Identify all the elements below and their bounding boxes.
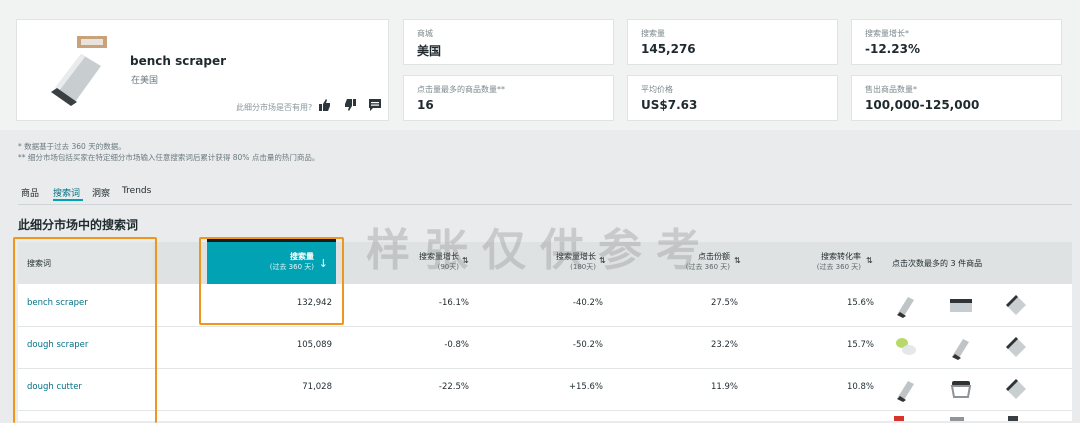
metric-units-sold: 售出商品数量* 100,000-125,000	[852, 76, 1061, 120]
growth-180: -50.2%	[572, 340, 603, 350]
metric-label: 搜索量	[641, 29, 665, 38]
table-row	[18, 410, 1072, 421]
metric-value: 145,276	[641, 42, 696, 56]
product-image[interactable]	[1002, 291, 1030, 319]
column-header-top-products: 点击次数最多的 3 件商品	[892, 259, 983, 268]
product-image[interactable]	[1002, 375, 1030, 403]
active-tab-indicator	[53, 199, 83, 201]
comment-icon[interactable]	[367, 97, 383, 113]
product-image[interactable]	[947, 375, 975, 403]
conversion-rate: 15.6%	[846, 298, 874, 308]
metric-label: 售出商品数量*	[865, 85, 917, 94]
bench-scraper-thumbnail	[51, 36, 107, 106]
metric-search-volume: 搜索量 145,276	[628, 20, 837, 64]
metric-value: 100,000-125,000	[865, 98, 980, 112]
click-share: 11.9%	[710, 382, 738, 392]
metric-average-price: 平均价格 US$7.63	[628, 76, 837, 120]
growth-90: -0.8%	[444, 340, 469, 350]
conversion-rate: 15.7%	[846, 340, 874, 350]
product-image[interactable]	[1008, 416, 1018, 421]
growth-90: -16.1%	[438, 298, 469, 308]
feedback-prompt: 此细分市场是否有用?	[236, 103, 313, 112]
column-header-conversion[interactable]: 搜索转化率 (过去 360 天)	[817, 251, 861, 273]
product-image[interactable]	[947, 333, 975, 361]
tab-insights[interactable]: 洞察	[92, 186, 110, 199]
click-share: 23.2%	[710, 340, 738, 350]
footnote: * 数据基于过去 360 天的数据。	[18, 142, 126, 151]
metric-value: 美国	[417, 44, 442, 58]
growth-180: -40.2%	[572, 298, 603, 308]
metric-value: -12.23%	[865, 42, 920, 56]
tab-products[interactable]: 商品	[21, 186, 39, 199]
search-volume: 105,089	[296, 340, 332, 350]
product-region: 在美国	[131, 76, 159, 86]
click-share: 27.5%	[710, 298, 738, 308]
metric-search-growth: 搜索量增长* -12.23%	[852, 20, 1061, 64]
conversion-rate: 10.8%	[846, 382, 874, 392]
metric-value: US$7.63	[641, 98, 698, 112]
metric-label: 平均价格	[641, 85, 673, 94]
overview-panel: bench scraper 在美国 此细分市场是否有用? 商城 美国 搜索量 1…	[0, 0, 1080, 130]
section-title: 此细分市场中的搜索词	[18, 218, 139, 232]
search-volume: 71,028	[302, 382, 332, 392]
product-image[interactable]	[950, 417, 964, 421]
metric-label: 商城	[417, 29, 433, 38]
sort-icon[interactable]: ⇅	[866, 256, 873, 265]
product-card: bench scraper 在美国 此细分市场是否有用?	[17, 20, 388, 120]
metric-top-clicked-products: 点击量最多的商品数量** 16	[404, 76, 613, 120]
product-image[interactable]	[894, 416, 904, 421]
divider	[18, 204, 1072, 205]
growth-90: -22.5%	[438, 382, 469, 392]
growth-180: +15.6%	[568, 382, 603, 392]
highlight-box-search-term	[13, 237, 157, 423]
product-image[interactable]	[892, 291, 920, 319]
metric-label: 点击量最多的商品数量**	[417, 85, 505, 94]
product-name: bench scraper	[130, 54, 227, 68]
product-image[interactable]	[947, 291, 975, 319]
metric-value: 16	[417, 98, 434, 112]
tab-search-terms[interactable]: 搜索词	[53, 186, 80, 199]
thumbs-up-icon[interactable]	[317, 97, 333, 113]
footnotes: * 数据基于过去 360 天的数据。 ** 细分市场包括买家在特定细分市场输入任…	[18, 141, 319, 163]
highlight-box-search-volume	[199, 237, 344, 325]
product-image[interactable]	[892, 375, 920, 403]
footnote: ** 细分市场包括买家在特定细分市场输入任意搜索词后累计获得 80% 点击量的热…	[18, 153, 320, 162]
tab-trends[interactable]: Trends	[122, 186, 151, 196]
thumbs-down-icon[interactable]	[342, 97, 358, 113]
metric-label: 搜索量增长*	[865, 29, 909, 38]
sort-icon[interactable]: ⇅	[734, 256, 741, 265]
product-image[interactable]	[892, 333, 920, 361]
table-row: dough cutter 71,028 -22.5% +15.6% 11.9% …	[18, 368, 1072, 411]
table-row: bench scraper 132,942 -16.1% -40.2% 27.5…	[18, 284, 1072, 327]
watermark: 样张仅供参考	[366, 225, 714, 276]
table-row: dough scraper 105,089 -0.8% -50.2% 23.2%…	[18, 326, 1072, 369]
product-image[interactable]	[1002, 333, 1030, 361]
metric-marketplace: 商城 美国	[404, 20, 613, 64]
